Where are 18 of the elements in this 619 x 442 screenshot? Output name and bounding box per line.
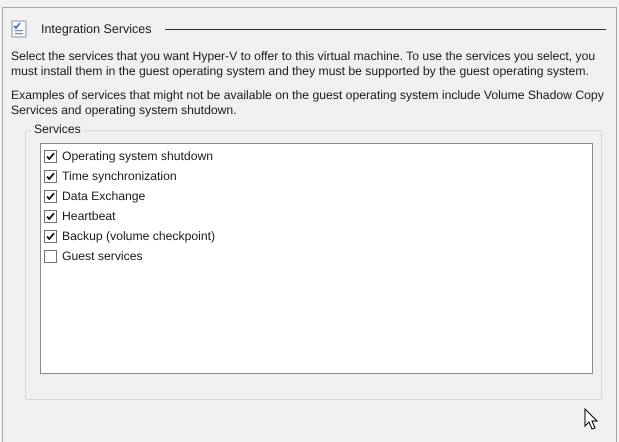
service-label[interactable]: Operating system shutdown (62, 149, 214, 163)
service-label[interactable]: Data Exchange (62, 189, 146, 203)
description-text: Examples of services that might not be available on the guest operating system include Volume Shadow Copy Services and operating system shutdown. (11, 88, 605, 118)
checkbox[interactable] (44, 190, 57, 202)
section-title: Integration Services (41, 22, 152, 36)
checklist-icon (11, 20, 27, 38)
checkbox[interactable] (44, 230, 57, 242)
cursor-icon (584, 408, 598, 430)
service-label[interactable]: Backup (volume checkpoint) (62, 229, 216, 243)
checkbox[interactable] (44, 170, 57, 182)
group-label: Services (31, 122, 84, 136)
checkbox[interactable] (44, 210, 57, 222)
checkbox[interactable] (44, 150, 57, 162)
description-text: Select the services that you want Hyper-V to offer to this virtual machine. To use the services you select, you must install them in the guest operating system and they must be supported by the guest operating system. (11, 49, 596, 79)
service-label[interactable]: Guest services (62, 249, 143, 263)
checkbox[interactable] (44, 250, 57, 262)
service-label[interactable]: Heartbeat (62, 209, 116, 223)
service-label[interactable]: Time synchronization (62, 169, 177, 183)
